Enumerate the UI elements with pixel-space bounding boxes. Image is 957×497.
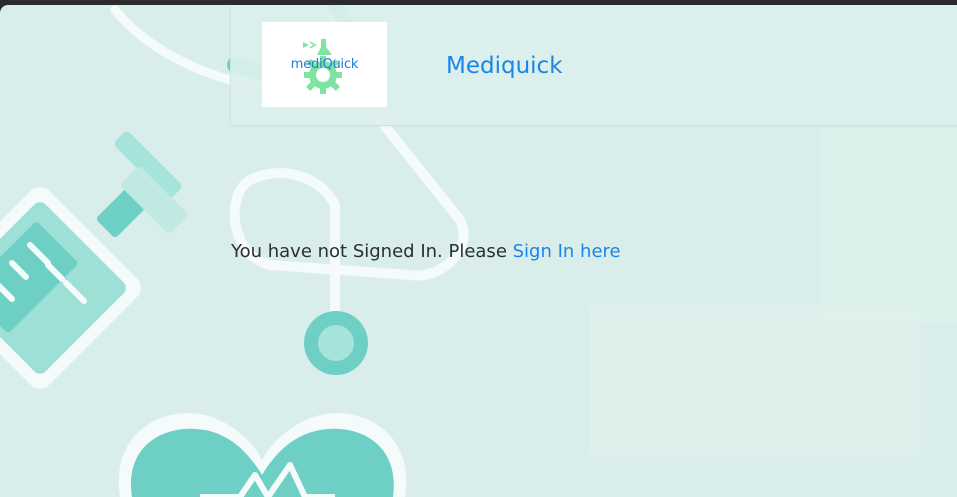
logo-text: mediQuick [290, 57, 359, 72]
brand-link[interactable]: Mediquick [446, 51, 563, 81]
syringe-icon [0, 131, 187, 390]
browser-frame: mediQuick Mediquick You have not Signed … [0, 0, 957, 497]
signin-message-text: You have not Signed In. Please [231, 241, 507, 262]
logo[interactable]: mediQuick [262, 22, 387, 107]
heart-icon [118, 413, 407, 497]
page: mediQuick Mediquick You have not Signed … [0, 5, 957, 497]
navbar: mediQuick Mediquick [230, 5, 957, 126]
signin-link[interactable]: Sign In here [513, 241, 621, 262]
signin-message: You have not Signed In. Please Sign In h… [231, 240, 621, 264]
